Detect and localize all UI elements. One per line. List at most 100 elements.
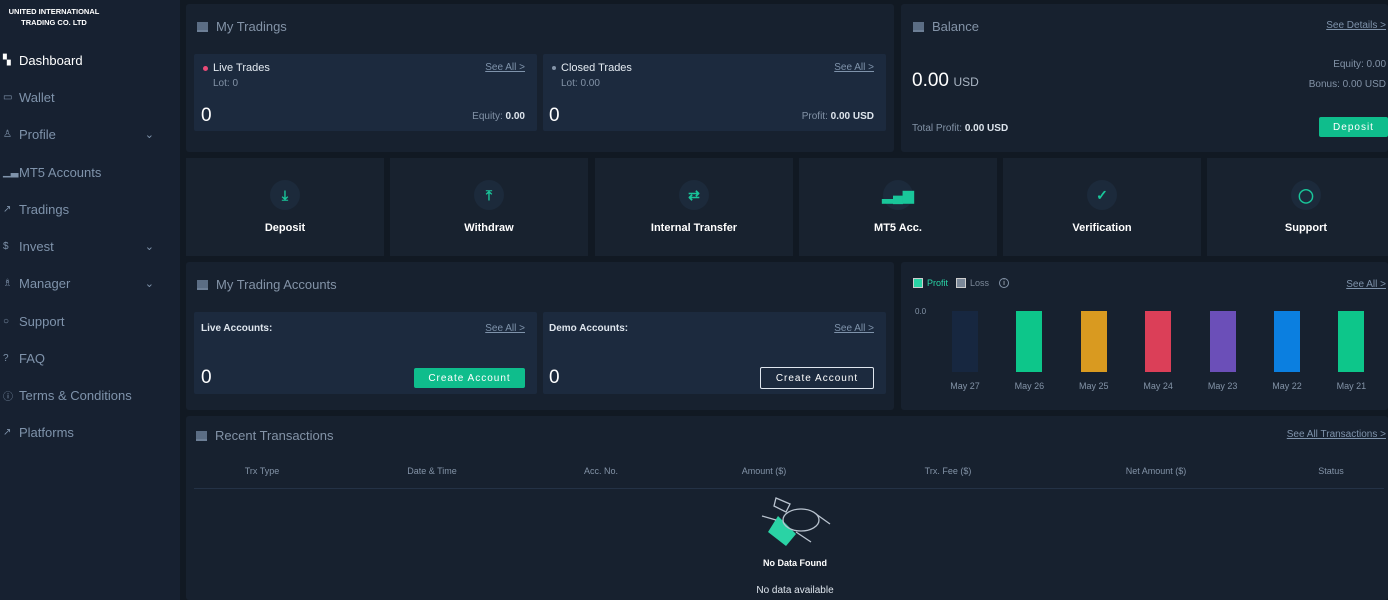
live-accounts-label: Live Accounts:	[201, 323, 273, 334]
sidebar-item-platforms[interactable]: ↗ Platforms	[0, 420, 170, 444]
sidebar-item-label: Platforms	[19, 424, 74, 440]
title-text: My Trading Accounts	[216, 277, 337, 292]
see-details-link[interactable]: See Details >	[1326, 20, 1386, 31]
verification-icon: ✓	[1087, 180, 1117, 210]
balance-equity: Equity: 0.00	[1333, 59, 1386, 70]
quick-action-label: MT5 Acc.	[874, 222, 922, 234]
bar-may-27[interactable]	[952, 311, 978, 372]
closed-trades-title: Closed Trades	[552, 62, 632, 74]
live-trades-see-all[interactable]: See All >	[485, 62, 525, 73]
mt5-acc--icon: ▂▄▆	[882, 180, 914, 210]
value: 0.00	[505, 111, 525, 122]
briefcase-icon	[913, 21, 924, 32]
closed-trades-see-all[interactable]: See All >	[834, 62, 874, 73]
info-icon[interactable]: i	[999, 278, 1010, 288]
deposit-button[interactable]: Deposit	[1319, 117, 1388, 137]
brand-line2: TRADING CO. LTD	[21, 18, 87, 27]
x-tick-label: May 21	[1336, 381, 1367, 391]
brand-line1: UNITED INTERNATIONAL	[8, 7, 100, 16]
closed-trades-panel: Closed Trades See All > Lot: 0.00 0 Prof…	[543, 54, 886, 131]
bar-may-21[interactable]	[1338, 311, 1365, 372]
legend-profit[interactable]: Profit	[927, 278, 948, 288]
sidebar: UNITED INTERNATIONAL TRADING CO. LTD ▚ Das…	[0, 0, 180, 600]
quick-action-label: Deposit	[264, 222, 306, 234]
column-header: Net Amount ($)	[1125, 466, 1187, 476]
column-header: Amount ($)	[741, 466, 787, 476]
chevron-down-icon[interactable]: ⌄	[145, 128, 154, 141]
see-all-transactions-link[interactable]: See All Transactions >	[1287, 429, 1386, 440]
live-accounts-panel: Live Accounts: See All > 0 Create Accoun…	[194, 312, 537, 394]
chevron-down-icon[interactable]: ⌄	[145, 277, 154, 290]
live-accounts-count: 0	[201, 367, 212, 388]
bar-may-24[interactable]	[1145, 311, 1172, 372]
brand-logo: UNITED INTERNATIONAL TRADING CO. LTD	[4, 6, 104, 28]
sidebar-item-label: Tradings	[19, 201, 70, 217]
sidebar-item-invest[interactable]: $ Invest ⌄	[0, 234, 170, 258]
chevron-down-icon[interactable]: ⌄	[145, 240, 154, 253]
sidebar-item-faq[interactable]: ? FAQ	[0, 346, 170, 370]
quick-action-deposit[interactable]: ⤓ Deposit	[186, 158, 384, 256]
amount: 0.00	[912, 70, 949, 91]
bar-may-26[interactable]	[1016, 311, 1043, 372]
sidebar-item-label: Support	[19, 313, 65, 329]
trading-accounts-card: My Trading Accounts Live Accounts: See A…	[186, 262, 894, 410]
table-header-divider	[194, 488, 1384, 489]
live-accounts-see-all[interactable]: See All >	[485, 323, 525, 334]
sidebar-item-wallet[interactable]: ▭ Wallet	[0, 85, 170, 109]
chart-see-all[interactable]: See All >	[1346, 279, 1386, 290]
currency: USD	[953, 75, 979, 89]
briefcase-icon	[197, 279, 208, 290]
quick-action-verification[interactable]: ✓ Verification	[1003, 158, 1201, 256]
closed-count: 0	[549, 105, 560, 126]
my-tradings-card: My Tradings Live Trades See All > Lot: 0…	[186, 4, 894, 152]
bars-icon: ▁▃	[3, 166, 19, 178]
create-demo-account-button[interactable]: Create Account	[760, 367, 874, 389]
x-tick-label: May 22	[1272, 381, 1302, 391]
live-lot: Lot: 0	[213, 78, 239, 89]
sidebar-item-manager[interactable]: ♗ Manager ⌄	[0, 271, 170, 295]
sidebar-item-profile[interactable]: ♙ Profile ⌄	[0, 122, 170, 146]
no-data-caption: No Data Found	[763, 558, 827, 568]
demo-accounts-count: 0	[549, 367, 560, 388]
manager-icon: ♗	[3, 277, 12, 289]
column-header: Acc. No.	[583, 466, 618, 476]
trading-accounts-title: My Trading Accounts	[197, 277, 337, 292]
bar-may-23[interactable]	[1209, 311, 1236, 372]
sidebar-item-label: Dashboard	[19, 52, 83, 68]
quick-action-internal-transfer[interactable]: ⇄ Internal Transfer	[595, 158, 793, 256]
sidebar-item-mt5-accounts[interactable]: ▁▃ MT5 Accounts	[0, 160, 170, 184]
legend-loss-swatch	[956, 278, 967, 288]
sidebar-item-label: FAQ	[19, 350, 46, 366]
label: Closed Trades	[561, 62, 632, 74]
closed-dot-icon	[552, 66, 556, 70]
x-tick-label: May 27	[950, 381, 980, 391]
briefcase-icon	[196, 430, 207, 441]
quick-action-mt5-acc-[interactable]: ▂▄▆ MT5 Acc.	[799, 158, 997, 256]
quick-action-support[interactable]: ◯ Support	[1207, 158, 1388, 256]
sidebar-item-label: Manager	[19, 275, 71, 291]
sidebar-item-terms-conditions[interactable]: ⓘ Terms & Conditions	[0, 383, 170, 407]
quick-action-withdraw[interactable]: ⤒ Withdraw	[390, 158, 588, 256]
value: 0.00 USD	[964, 123, 1009, 134]
create-live-account-button[interactable]: Create Account	[414, 368, 525, 388]
live-trades-title: Live Trades	[203, 62, 270, 74]
y-tick-label: 0.0	[915, 307, 927, 316]
sidebar-item-label: Wallet	[19, 89, 55, 105]
x-tick-label: May 24	[1143, 381, 1173, 391]
quick-action-label: Verification	[1072, 222, 1132, 234]
quick-action-label: Withdraw	[464, 222, 514, 234]
wallet-icon: ▭	[3, 91, 13, 103]
total-profit: Total Profit: 0.00 USD	[912, 123, 1008, 134]
column-header: Trx Type	[244, 466, 280, 476]
label: Profit:	[801, 111, 828, 122]
column-header: Status	[1318, 466, 1344, 476]
deposit-icon: ⤓	[270, 180, 300, 210]
sidebar-item-support[interactable]: ○ Support	[0, 309, 170, 333]
legend-loss[interactable]: Loss	[970, 278, 989, 288]
bar-may-25[interactable]	[1080, 311, 1107, 372]
bar-may-22[interactable]	[1274, 311, 1300, 372]
demo-accounts-see-all[interactable]: See All >	[834, 323, 874, 334]
sidebar-item-dashboard[interactable]: ▚ Dashboard	[0, 48, 170, 72]
sidebar-item-tradings[interactable]: ↗ Tradings	[0, 197, 170, 221]
profit-loss-chart-card: Profit Loss i See All > 0.0 May 27 May 26…	[901, 262, 1388, 410]
